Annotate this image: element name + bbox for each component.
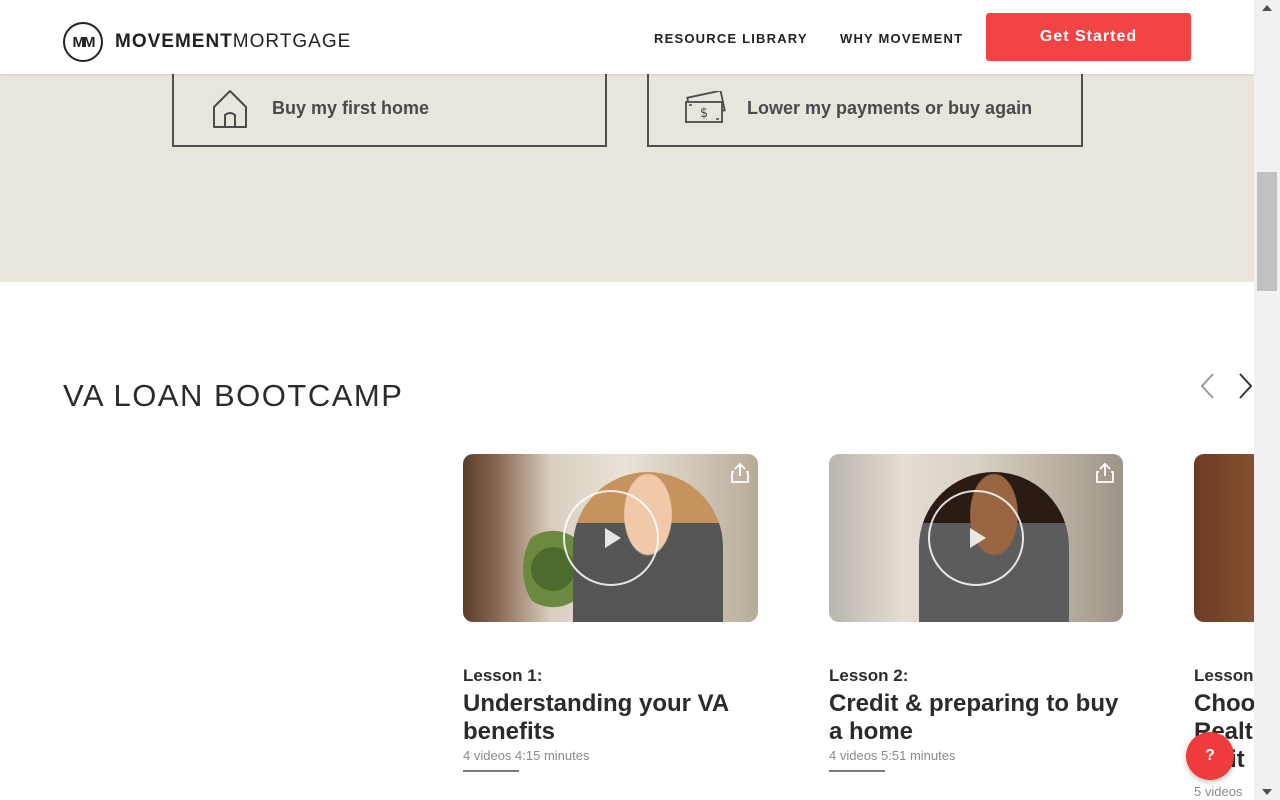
lesson-title[interactable]: Credit & preparing to buy a home	[829, 690, 1123, 746]
lesson-meta: 4 videos 4:15 minutes	[463, 748, 590, 763]
logo-mark-icon: MM	[63, 22, 103, 62]
video-thumbnail[interactable]	[463, 454, 758, 622]
svg-text:$: $	[700, 106, 708, 121]
nav-resource-library[interactable]: RESOURCE LIBRARY	[654, 31, 808, 46]
lesson-meta: 4 videos 5:51 minutes	[829, 748, 956, 763]
house-icon	[208, 87, 252, 131]
chevron-left-icon	[1200, 373, 1214, 399]
share-icon[interactable]	[1095, 462, 1115, 484]
logo[interactable]: MM MOVEMENTMORTGAGE	[63, 22, 351, 62]
divider	[463, 770, 519, 772]
lesson-title[interactable]: Understanding your VA benefits	[463, 690, 758, 746]
lesson-number: Lesson 1:	[463, 666, 543, 685]
option-label: Lower my payments or buy again	[747, 98, 1033, 118]
lesson-card[interactable]: Lesson 1: Understanding your VA benefits…	[463, 454, 758, 772]
chevron-right-icon	[1239, 373, 1253, 399]
nav-why-movement[interactable]: WHY MOVEMENT	[840, 31, 963, 46]
share-icon[interactable]	[730, 462, 750, 484]
logo-text: MOVEMENTMORTGAGE	[115, 31, 352, 52]
video-thumbnail[interactable]	[1194, 454, 1254, 622]
divider	[829, 770, 885, 772]
section-title: VA LOAN BOOTCAMP	[63, 378, 404, 413]
scrollbar-thumb[interactable]	[1257, 172, 1277, 291]
play-icon[interactable]	[928, 490, 1024, 586]
scroll-up-arrow-icon[interactable]	[1254, 0, 1280, 16]
cash-icon: $	[683, 87, 727, 131]
play-icon[interactable]	[562, 490, 659, 586]
lesson-number: Lesson	[1194, 666, 1254, 685]
scroll-down-arrow-icon[interactable]	[1254, 784, 1280, 800]
carousel-prev-button[interactable]	[1192, 371, 1222, 401]
scrollbar[interactable]	[1254, 0, 1280, 800]
lesson-meta: 5 videos	[1194, 784, 1243, 799]
help-button[interactable]: ?	[1186, 732, 1234, 780]
lesson-card[interactable]: Lesson 2: Credit & preparing to buy a ho…	[829, 454, 1123, 772]
option-label: Buy my first home	[272, 98, 430, 118]
site-header: MM MOVEMENTMORTGAGE RESOURCE LIBRARY WHY…	[0, 0, 1254, 74]
video-thumbnail[interactable]	[829, 454, 1123, 622]
lesson-number: Lesson 2:	[829, 666, 909, 685]
get-started-button[interactable]: Get Started	[986, 13, 1191, 61]
